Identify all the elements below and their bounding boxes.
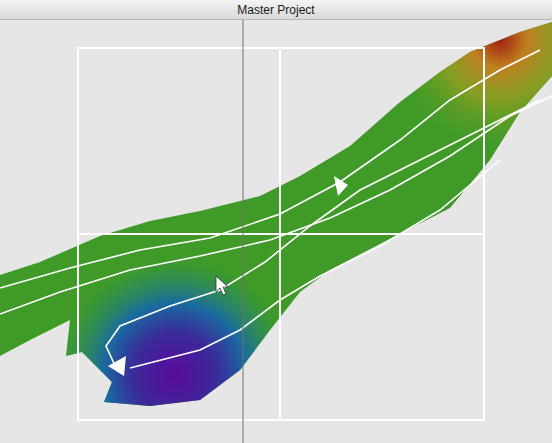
direction-arrow-icon xyxy=(334,176,348,196)
tile-grid xyxy=(78,48,484,420)
map-view[interactable] xyxy=(0,20,552,443)
direction-arrow-icon xyxy=(108,356,126,376)
bathymetry-map[interactable] xyxy=(0,20,552,443)
window-title: Master Project xyxy=(237,3,314,17)
depth-surface xyxy=(0,20,552,443)
crosshair-line xyxy=(243,20,244,443)
title-bar: Master Project xyxy=(0,0,552,20)
contour-lines xyxy=(0,50,552,372)
mouse-cursor-icon xyxy=(216,276,228,295)
project-window: Master Project xyxy=(0,0,552,443)
